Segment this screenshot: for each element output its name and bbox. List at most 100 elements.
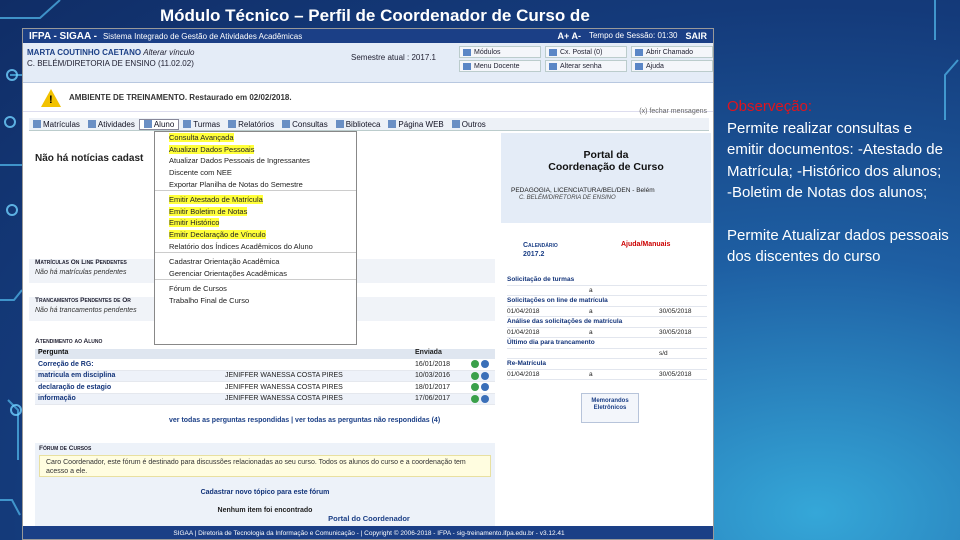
teacher-menu-button[interactable]: Menu Docente (459, 60, 541, 72)
top-bar: IFPA - SIGAA - Sistema Integrado de Gest… (23, 29, 713, 43)
close-messages-link[interactable]: (x) fechar mensagens (639, 108, 707, 115)
user-unit: C. BELÉM/DIRETORIA DE ENSINO (11.02.02) (27, 59, 194, 68)
warning-icon: ! (41, 88, 61, 107)
menu-aluno[interactable]: Aluno (138, 118, 180, 130)
help-button[interactable]: Ajuda (631, 60, 713, 72)
ticket-button[interactable]: Abrir Chamado (631, 46, 713, 58)
support-title: Atendimento ao Aluno (35, 338, 103, 345)
calendar-row: s/d (507, 349, 707, 359)
table-row[interactable]: informação JENIFFER WANESSA COSTA PIRES 17… (35, 393, 495, 405)
update-note: Permite Atualizar dados pessoais dos dis… (727, 226, 949, 266)
system-name: Sistema Integrado de Gestão de Atividade… (102, 31, 303, 41)
brand: IFPA - SIGAA - (29, 30, 97, 42)
change-link[interactable]: Alterar vínculo (143, 48, 194, 57)
reply-icon[interactable] (481, 383, 489, 392)
dropdown-item[interactable]: Emitir Histórico (155, 217, 356, 229)
dropdown-item[interactable]: Consulta Avançada (155, 132, 356, 144)
font-size-controls[interactable]: A+ A- (558, 31, 581, 41)
coordinator-portal-link[interactable]: Portal do Coordenador (23, 514, 713, 523)
report-icon (228, 120, 237, 128)
other-icon (451, 120, 460, 128)
dropdown-item[interactable]: Emitir Declaração de Vínculo (155, 229, 356, 241)
dropdown-item[interactable]: Atualizar Dados Pessoais (155, 144, 356, 156)
library-icon (335, 120, 344, 128)
forum-empty: Nenhum item foi encontrado (217, 507, 313, 514)
menu-outros[interactable]: Outros (448, 120, 490, 129)
table-row[interactable]: Correção de RG: 16/01/2018 (35, 359, 495, 371)
ticket-icon (635, 48, 643, 56)
observation-label: Observeção: (727, 98, 813, 115)
warning-text: AMBIENTE DE TREINAMENTO. Restaurado em 0… (69, 93, 292, 102)
calendar-row: Análise das solicitações de matrícula (507, 317, 707, 328)
mail-icon (549, 48, 557, 56)
dropdown-item[interactable]: Fórum de Cursos (155, 283, 356, 295)
reply-icon[interactable] (481, 394, 489, 403)
dropdown-item[interactable]: Exportar Planilha de Notas do Semestre (155, 178, 356, 190)
calendar-row: a (507, 286, 707, 296)
quick-buttons: Módulos Cx. Postal (0) Abrir Chamado Men… (459, 46, 713, 72)
calendar-row: Último dia para trancamento (507, 338, 707, 349)
menu-icon (463, 62, 471, 70)
dropdown-item[interactable]: Discente com NEE (155, 167, 356, 179)
memo-button[interactable]: Memorandos Eletrônicos (581, 393, 639, 423)
menu-atividades[interactable]: Atividades (84, 120, 139, 129)
dropdown-item[interactable]: Relatório dos Índices Acadêmicos do Alun… (155, 240, 356, 252)
view-icon[interactable] (471, 360, 479, 369)
user-bar: MARTA COUTINHO CAETANO Alterar vínculo C… (23, 43, 713, 83)
observation-text: Permite realizar consultas e emitir docu… (727, 119, 943, 202)
view-icon[interactable] (471, 371, 479, 380)
menu-turmas[interactable]: Turmas (179, 120, 224, 129)
calendar-row: 01/04/2018 a 30/05/2018 (507, 328, 707, 338)
menu-matriculas[interactable]: Matrículas (29, 120, 84, 129)
new-topic-link[interactable]: Cadastrar novo tópico para este fórum (35, 489, 495, 496)
menu-relatorios[interactable]: Relatórios (224, 120, 278, 129)
modules-button[interactable]: Módulos (459, 46, 541, 58)
calendar-row: Re-Matrícula (507, 359, 707, 370)
dropdown-item[interactable]: Atualizar Dados Pessoais de Ingressantes (155, 155, 356, 167)
calendar-list: Solicitação de turmas a Solicitações on li… (507, 275, 707, 380)
dropdown-item[interactable]: Trabalho Final de Curso (155, 295, 356, 307)
reply-icon[interactable] (481, 371, 489, 380)
campus-name: C. BELÉM/DIRETORIA DE ENSINO (519, 195, 616, 201)
pending-locks-none: Não há trancamentos pendentes (35, 307, 137, 314)
mailbox-button[interactable]: Cx. Postal (0) (545, 46, 627, 58)
news-message: Não há notícias cadast (35, 153, 144, 164)
view-icon[interactable] (471, 383, 479, 392)
student-icon (143, 120, 152, 128)
forum-title: Fórum de Cursos (39, 445, 92, 452)
view-icon[interactable] (471, 394, 479, 403)
help-icon (635, 62, 643, 70)
dropdown-item[interactable]: Cadastrar Orientação Acadêmica (155, 256, 356, 268)
pending-enrollments-none: Não há matrículas pendentes (35, 269, 127, 276)
key-icon (549, 62, 557, 70)
calendar-row: Solicitações on line de matrícula (507, 296, 707, 307)
calendar-row: 01/04/2018 a 30/05/2018 (507, 370, 707, 380)
change-password-button[interactable]: Alterar senha (545, 60, 627, 72)
menu-consultas[interactable]: Consultas (278, 120, 332, 129)
dropdown-item[interactable]: Gerenciar Orientações Acadêmicas (155, 268, 356, 280)
table-row[interactable]: declaração de estagio JENIFFER WANESSA CO… (35, 382, 495, 394)
dropdown-item[interactable]: Emitir Boletim de Notas (155, 206, 356, 218)
dropdown-item[interactable]: Emitir Atestado de Matrícula (155, 194, 356, 206)
pending-enrollments-title: Matrículas On Line Pendentes (35, 259, 127, 266)
table-row[interactable]: matricula em disciplina JENIFFER WANESSA … (35, 370, 495, 382)
session-timer: Tempo de Sessão: 01:30 (588, 31, 678, 40)
portal-title-1: Portal da (583, 149, 629, 161)
help-manuals-link[interactable]: Ajuda/Manuais (621, 241, 670, 248)
reply-icon[interactable] (481, 360, 489, 369)
pending-locks-title: Trancamentos Pendentes de Or (35, 297, 131, 304)
main-menu: Matrículas Atividades Aluno Turmas Relat… (29, 118, 709, 131)
enroll-icon (33, 120, 41, 128)
footer: SIGAA | Diretoria de Tecnologia da Infor… (23, 526, 713, 539)
calendar-label: Calendário (523, 242, 558, 249)
logout-link[interactable]: SAIR (685, 31, 707, 41)
menu-biblioteca[interactable]: Biblioteca (332, 120, 385, 129)
questions-links[interactable]: ver todas as perguntas respondidas | ver… (169, 417, 440, 424)
aluno-dropdown-menu: Consulta Avançada Atualizar Dados Pessoai… (154, 131, 357, 345)
questions-header: Pergunta Enviada (35, 349, 495, 359)
menu-pagina-web[interactable]: Página WEB (384, 120, 447, 129)
slide-title: Módulo Técnico – Perfil de Coordenador d… (160, 6, 590, 25)
calendar-row: Solicitação de turmas (507, 275, 707, 286)
questions-table: Pergunta Enviada Correção de RG: 16/01/201… (35, 349, 495, 405)
modules-icon (463, 48, 471, 56)
